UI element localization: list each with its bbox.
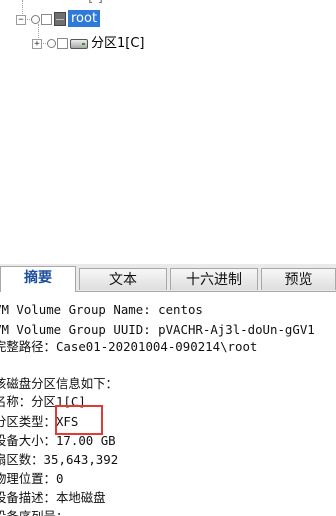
collapse-toggle-icon[interactable]: − (16, 15, 26, 25)
physical-position-line: 物理位置：0 (0, 471, 64, 486)
highlight-box (55, 405, 103, 435)
checkbox-icon[interactable] (41, 14, 52, 25)
tree-node-partition[interactable]: + 分区1[C] (0, 34, 336, 54)
tab-text[interactable]: 文本 (79, 268, 167, 290)
checkbox-icon[interactable] (57, 38, 68, 49)
vg-uuid-line: VM Volume Group UUID: pVACHR-Aj3l-doUn-g… (0, 322, 315, 337)
tab-preview[interactable]: 预览 (261, 268, 336, 290)
hard-drive-icon (70, 39, 88, 49)
tab-hex[interactable]: 十六进制 (170, 268, 258, 290)
tree-node-root-label[interactable]: root (68, 10, 101, 27)
partition-info-header: 该磁盘分区信息如下： (0, 376, 118, 391)
tree-node-root[interactable]: − root (0, 9, 336, 29)
detail-tab-bar: 摘要 文本 十六进制 预览 (0, 264, 336, 292)
tab-summary[interactable]: 摘要 (0, 266, 76, 292)
logical-volume-icon (54, 12, 66, 26)
device-serial-line: 设备序列号： (0, 508, 68, 516)
tree-node-partition-label[interactable]: 分区1[C] (91, 35, 145, 52)
full-path-line: 完整路径：Case01-20201004-090214\root (0, 339, 258, 354)
summary-content-panel[interactable]: VM Volume Group Name: centos VM Volume G… (0, 292, 336, 516)
device-description-line: 设备描述：本地磁盘 (0, 490, 106, 505)
expand-toggle-icon[interactable]: + (32, 39, 42, 49)
partition-type-label: 分区类型： (0, 414, 56, 429)
sector-count-line: 扇区数：35,643,392 (0, 452, 119, 467)
tree-cutoff-text: —— [-] (58, 0, 103, 5)
radio-select-icon[interactable] (47, 39, 56, 48)
evidence-tree-panel[interactable]: —— [-] − root + 分区1[C] (0, 0, 336, 262)
device-size-line: 设备大小：17.00 GB (0, 433, 116, 448)
radio-select-icon[interactable] (31, 15, 40, 24)
vg-name-line: VM Volume Group Name: centos (0, 302, 203, 317)
